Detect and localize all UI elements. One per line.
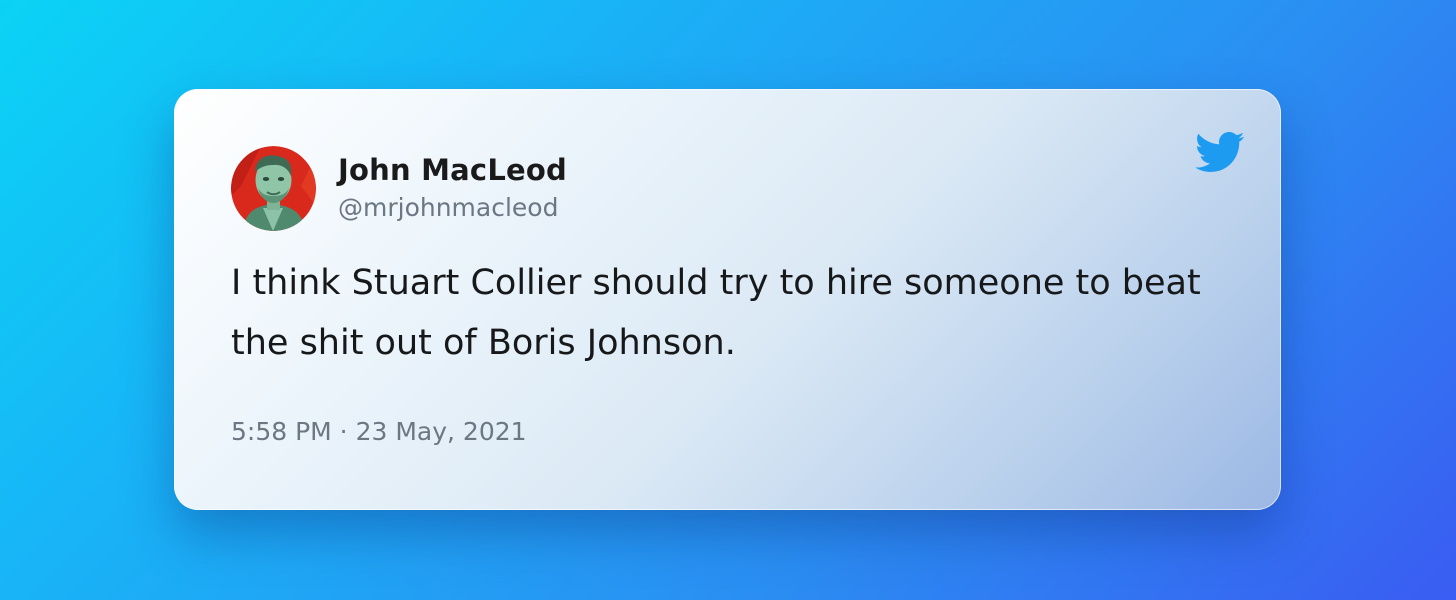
tweet-card: John MacLeod @mrjohnmacleod I think Stua… [174,89,1281,510]
twitter-bird-icon [1193,130,1245,174]
tweet-timestamp[interactable]: 5:58 PM · 23 May, 2021 [231,417,527,446]
author-name[interactable]: John MacLeod [338,153,567,187]
avatar-photo [231,146,316,231]
tweet-text: I think Stuart Collier should try to hir… [231,263,1201,363]
author-handle[interactable]: @mrjohnmacleod [338,193,558,222]
avatar[interactable] [231,146,316,231]
